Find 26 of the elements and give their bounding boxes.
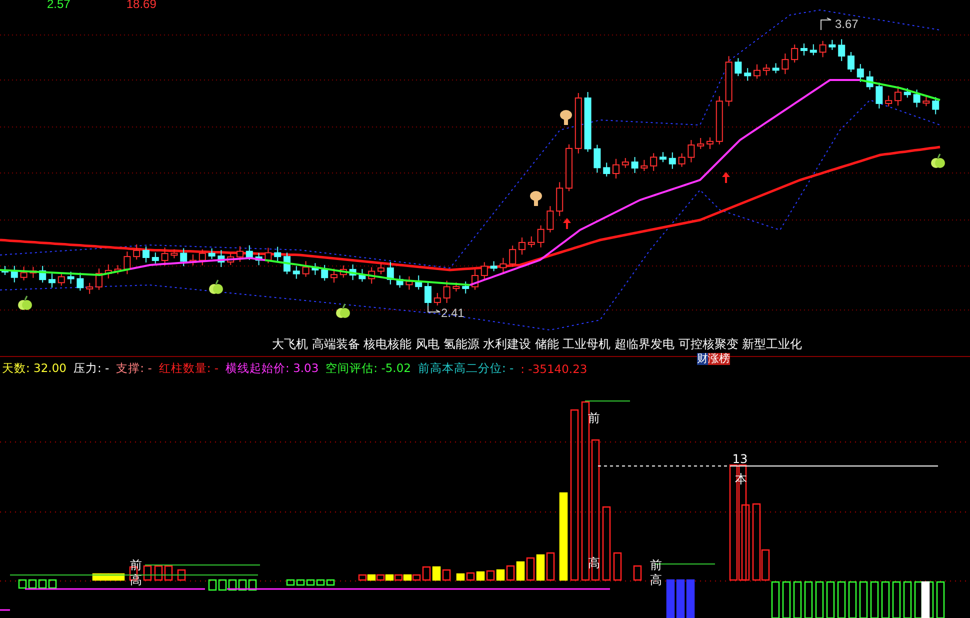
- indicator-value: 红柱数量: -: [158, 361, 219, 376]
- arrow-up-icon: [563, 218, 571, 229]
- indicator-value: 横线起始价: 3.03: [226, 361, 319, 376]
- leader-line: [820, 18, 832, 30]
- apple-icon: [336, 304, 350, 318]
- apple-icon: [209, 280, 223, 294]
- indicator-value: : -35140.23: [520, 362, 588, 376]
- level-line: [0, 609, 10, 611]
- indicator-value: 空间评估: -5.02: [326, 361, 411, 376]
- price-label: 2.41: [441, 306, 464, 320]
- indicator-value: 压力: -: [73, 361, 110, 376]
- marker-label: 前: [650, 558, 662, 572]
- arrow-up-icon: [722, 172, 730, 183]
- badge-text: 财: [697, 353, 708, 365]
- indicator-value: 前高本高二分位: -: [418, 361, 514, 376]
- apple-icon: [931, 154, 945, 168]
- price-label: 3.67: [835, 17, 858, 31]
- indicator-value: 天数: 32.00: [2, 361, 66, 376]
- sector-tags: 大飞机 高端装备 核电核能 风电 氢能源 水利建设 储能 工业母机 超临界发电 可控核聚变 新型工业化: [272, 336, 802, 353]
- leader-line: [428, 306, 440, 312]
- indicator-value: 支撑: -: [116, 361, 152, 376]
- marker-label: 13: [732, 452, 748, 466]
- apple-icon: [18, 296, 32, 310]
- badge-text: 涨榜: [708, 353, 730, 365]
- marker-label: 高: [650, 573, 662, 587]
- level-line: [584, 400, 630, 402]
